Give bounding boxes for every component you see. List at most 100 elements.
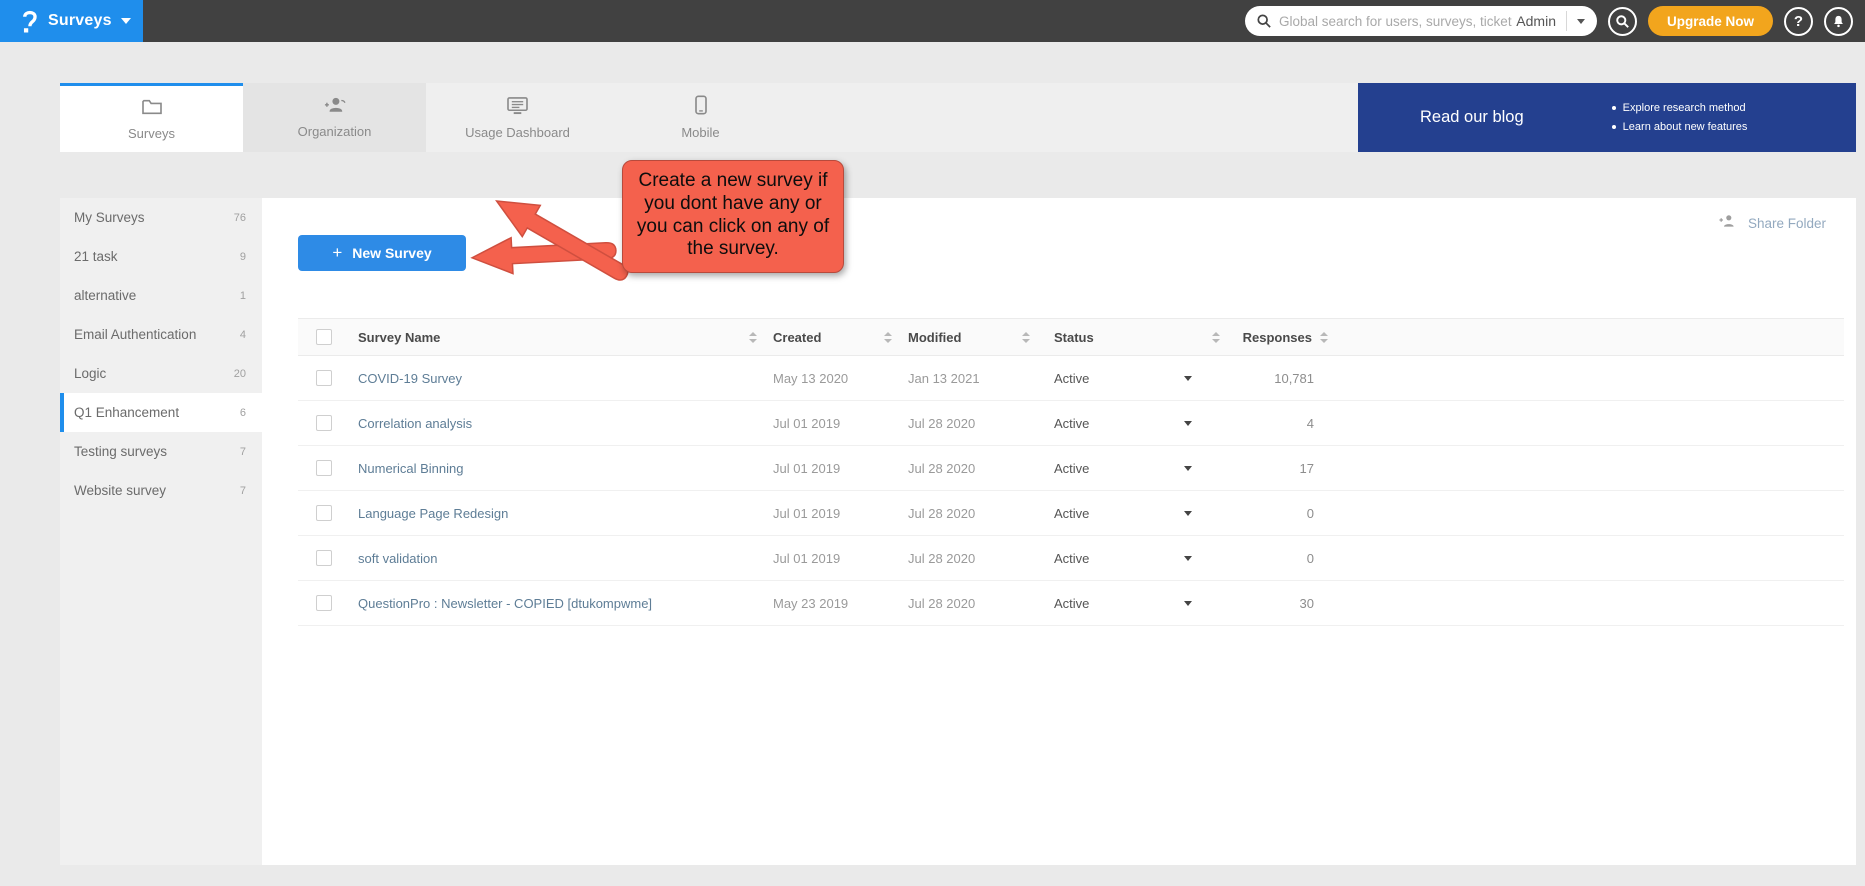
row-checkbox[interactable] <box>316 505 332 521</box>
help-button[interactable]: ? <box>1784 7 1813 36</box>
table-row: soft validation Jul 01 2019 Jul 28 2020 … <box>298 536 1844 581</box>
row-checkbox[interactable] <box>316 460 332 476</box>
add-user-icon <box>323 96 347 117</box>
search-icon <box>1616 15 1629 28</box>
tab-strip: Surveys Organization Usage Dashboard Mob… <box>60 83 1856 152</box>
folder-count: 20 <box>234 368 246 380</box>
share-user-icon <box>1717 213 1739 234</box>
app-menu[interactable]: Surveys <box>0 0 143 42</box>
tab-label: Usage Dashboard <box>465 125 570 140</box>
status-dropdown-caret-icon[interactable] <box>1184 556 1192 561</box>
question-mark-icon: ? <box>1794 13 1803 30</box>
content-panel: My Surveys 76 21 task 9 alternative 1 Em… <box>60 198 1856 865</box>
survey-name-link[interactable]: Numerical Binning <box>358 461 464 476</box>
responses-count: 4 <box>1228 416 1338 431</box>
survey-name-link[interactable]: QuestionPro : Newsletter - COPIED [dtuko… <box>358 596 652 611</box>
sidebar-folder-item[interactable]: My Surveys 76 <box>60 198 262 237</box>
status-label: Active <box>1054 551 1089 566</box>
upgrade-now-button[interactable]: Upgrade Now <box>1648 6 1773 36</box>
mobile-icon <box>694 95 708 118</box>
tab-surveys[interactable]: Surveys <box>60 83 243 152</box>
column-header-created: Created <box>773 330 821 345</box>
promo-bullet-list: Explore research method Learn about new … <box>1612 102 1748 133</box>
status-dropdown-caret-icon[interactable] <box>1184 511 1192 516</box>
sort-icon[interactable] <box>749 332 757 343</box>
modified-date: Jul 28 2020 <box>900 596 1038 611</box>
tab-mobile[interactable]: Mobile <box>609 83 792 152</box>
sort-icon[interactable] <box>1022 332 1030 343</box>
select-all-checkbox[interactable] <box>316 329 332 345</box>
annotation-callout: Create a new survey if you dont have any… <box>622 160 844 273</box>
column-header-status: Status <box>1054 330 1094 345</box>
status-dropdown-caret-icon[interactable] <box>1184 376 1192 381</box>
status-label: Active <box>1054 416 1089 431</box>
folder-count: 7 <box>240 485 246 497</box>
tab-usage-dashboard[interactable]: Usage Dashboard <box>426 83 609 152</box>
status-label: Active <box>1054 596 1089 611</box>
survey-name-link[interactable]: soft validation <box>358 551 438 566</box>
promo-bullet[interactable]: Learn about new features <box>1612 121 1748 133</box>
divider <box>1566 11 1567 31</box>
survey-name-link[interactable]: Language Page Redesign <box>358 506 508 521</box>
modified-date: Jan 13 2021 <box>900 371 1038 386</box>
sort-icon[interactable] <box>884 332 892 343</box>
folder-label: 21 task <box>74 249 240 264</box>
sidebar-folder-item[interactable]: Q1 Enhancement 6 <box>60 393 262 432</box>
search-scope-caret-icon[interactable] <box>1577 19 1585 24</box>
topbar-actions: Admin Upgrade Now ? <box>1245 0 1853 42</box>
row-checkbox[interactable] <box>316 370 332 386</box>
folder-count: 7 <box>240 446 246 458</box>
table-body: COVID-19 Survey May 13 2020 Jan 13 2021 … <box>298 356 1844 626</box>
status-dropdown-caret-icon[interactable] <box>1184 601 1192 606</box>
sort-icon[interactable] <box>1320 332 1328 343</box>
plus-icon: + <box>332 243 342 263</box>
folder-label: Testing surveys <box>74 444 240 459</box>
search-button[interactable] <box>1608 7 1637 36</box>
global-search[interactable]: Admin <box>1245 6 1597 36</box>
tab-label: Organization <box>298 124 372 139</box>
sidebar-folder-item[interactable]: Logic 20 <box>60 354 262 393</box>
status-dropdown-caret-icon[interactable] <box>1184 466 1192 471</box>
column-header-survey-name: Survey Name <box>358 330 440 345</box>
new-survey-button[interactable]: + New Survey <box>298 235 466 271</box>
responses-count: 0 <box>1228 551 1338 566</box>
sidebar-folder-item[interactable]: alternative 1 <box>60 276 262 315</box>
survey-name-link[interactable]: Correlation analysis <box>358 416 472 431</box>
sidebar-folder-item[interactable]: Testing surveys 7 <box>60 432 262 471</box>
row-checkbox[interactable] <box>316 595 332 611</box>
bell-icon <box>1831 14 1846 29</box>
survey-name-link[interactable]: COVID-19 Survey <box>358 371 462 386</box>
sort-icon[interactable] <box>1212 332 1220 343</box>
folder-icon <box>141 98 163 119</box>
sidebar-folder-item[interactable]: Email Authentication 4 <box>60 315 262 354</box>
share-folder-button[interactable]: Share Folder <box>1717 213 1826 234</box>
row-checkbox[interactable] <box>316 415 332 431</box>
search-icon <box>1257 14 1271 28</box>
responses-count: 0 <box>1228 506 1338 521</box>
new-survey-label: New Survey <box>352 245 431 261</box>
sidebar-folder-item[interactable]: Website survey 7 <box>60 471 262 510</box>
status-label: Active <box>1054 506 1089 521</box>
folder-label: Email Authentication <box>74 327 240 342</box>
status-label: Active <box>1054 461 1089 476</box>
folder-label: My Surveys <box>74 210 234 225</box>
status-dropdown-caret-icon[interactable] <box>1184 421 1192 426</box>
folder-label: Website survey <box>74 483 240 498</box>
search-scope-label[interactable]: Admin <box>1516 13 1556 29</box>
tab-organization[interactable]: Organization <box>243 83 426 152</box>
created-date: Jul 01 2019 <box>765 416 900 431</box>
responses-count: 17 <box>1228 461 1338 476</box>
survey-list-area: Share Folder + New Survey Survey Name Cr… <box>262 198 1856 865</box>
global-search-input[interactable] <box>1279 14 1512 29</box>
notifications-button[interactable] <box>1824 7 1853 36</box>
folder-count: 9 <box>240 251 246 263</box>
app-menu-label: Surveys <box>48 12 112 30</box>
status-label: Active <box>1054 371 1089 386</box>
promo-bullet[interactable]: Explore research method <box>1612 102 1748 114</box>
read-our-blog-link[interactable]: Read our blog <box>1420 108 1524 127</box>
modified-date: Jul 28 2020 <box>900 551 1038 566</box>
table-header-row: Survey Name Created Modified Status Resp… <box>298 318 1844 356</box>
folder-count: 76 <box>234 212 246 224</box>
sidebar-folder-item[interactable]: 21 task 9 <box>60 237 262 276</box>
row-checkbox[interactable] <box>316 550 332 566</box>
